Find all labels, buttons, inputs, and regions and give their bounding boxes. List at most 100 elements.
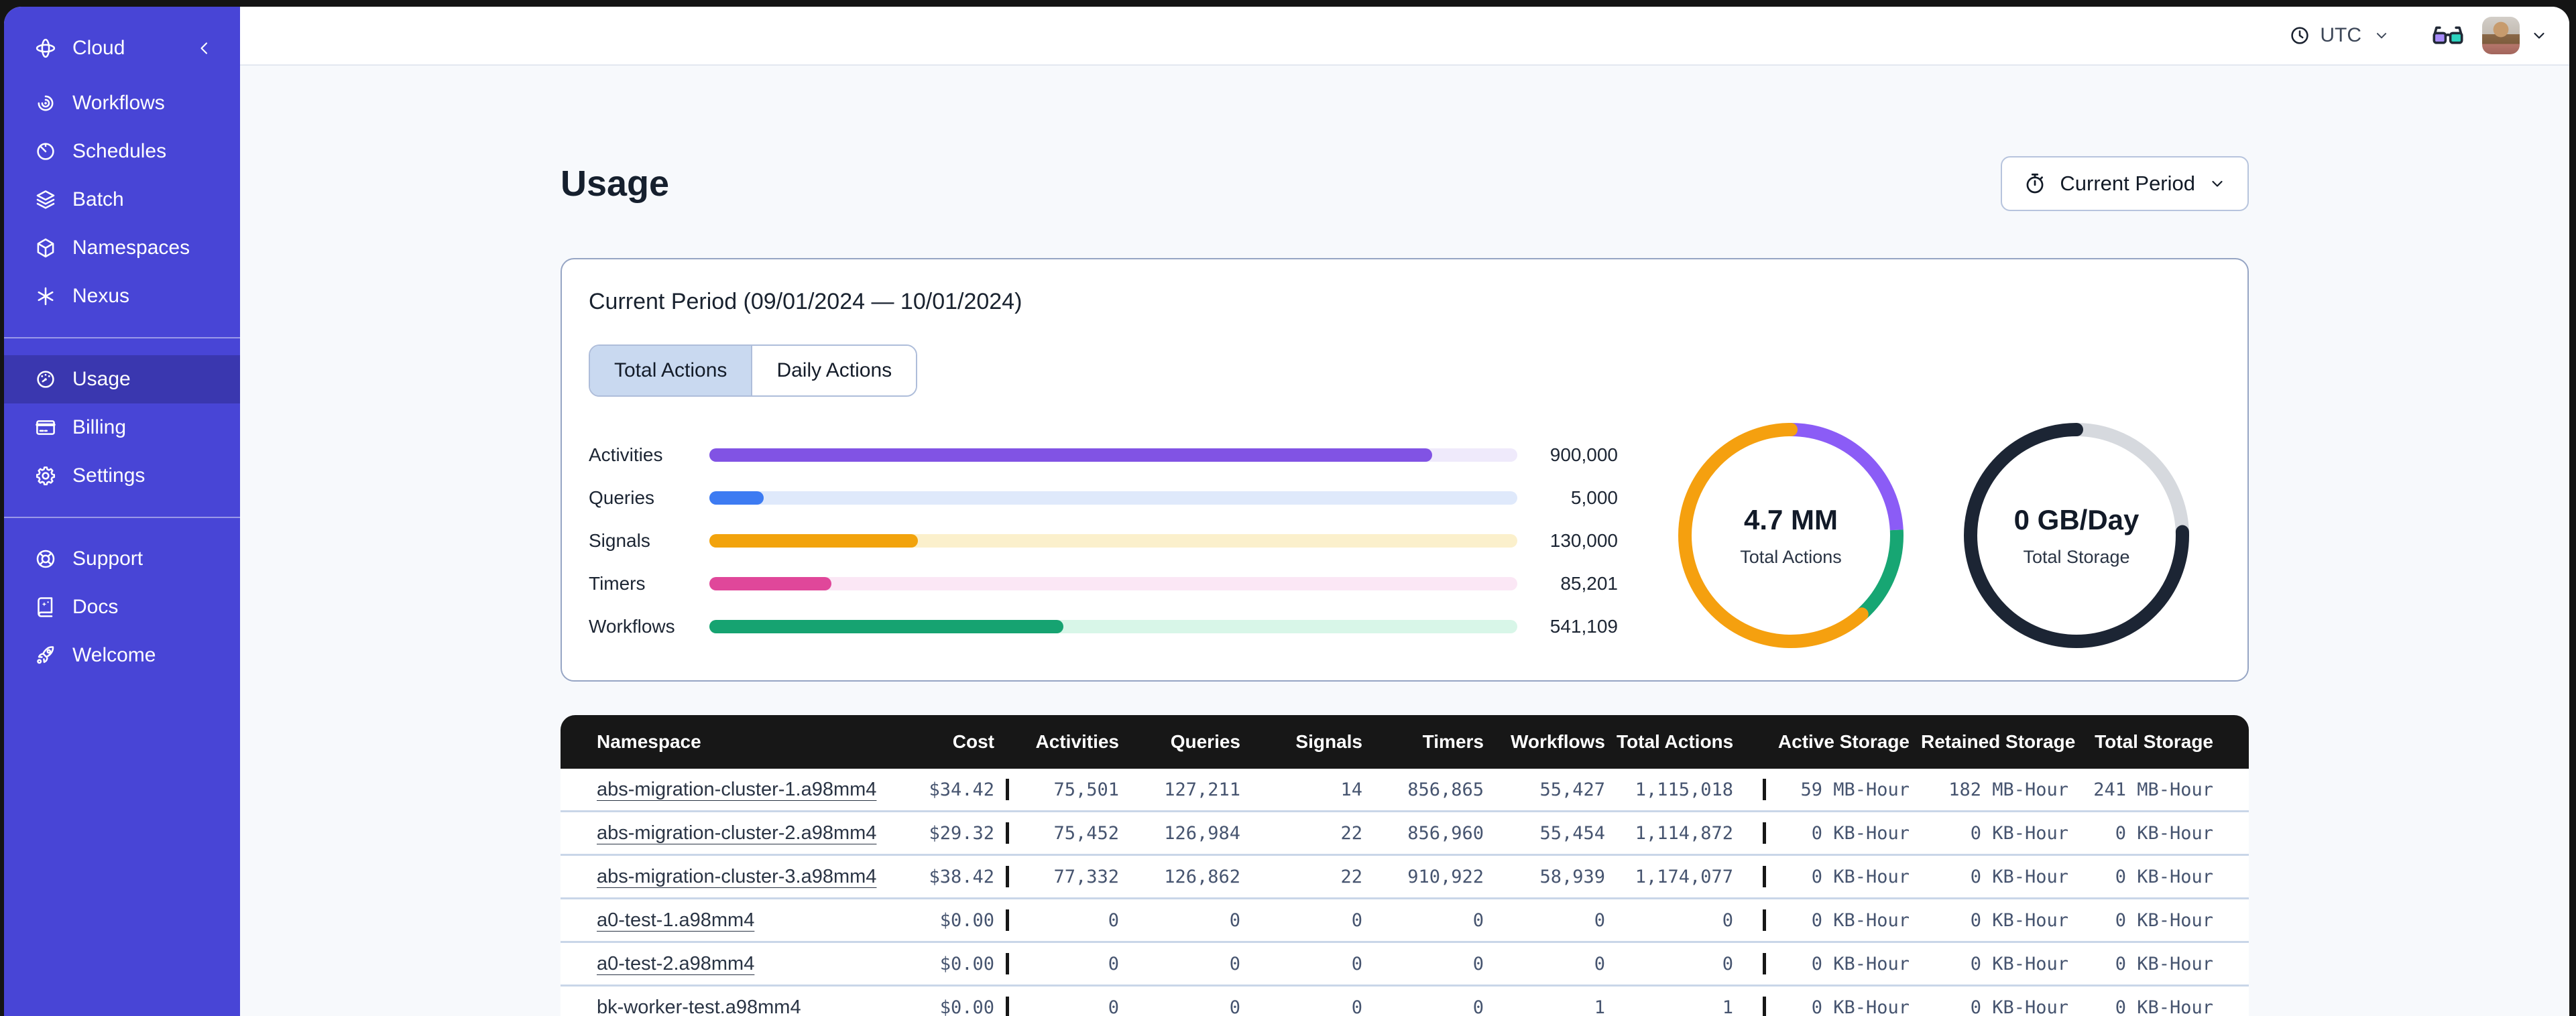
sidebar-item-label: Welcome xyxy=(72,644,156,666)
donut-label: Total Storage xyxy=(2023,546,2130,567)
bar-track xyxy=(709,534,1517,548)
table-cell: 0 xyxy=(1617,953,1766,974)
cell-value: 0 xyxy=(1472,997,1484,1016)
namespace-link[interactable]: abs-migration-cluster-1.a98mm4 xyxy=(597,779,876,800)
table-cell: 0 KB-Hour xyxy=(1766,997,1921,1016)
table-cell: 0 KB-Hour xyxy=(2080,866,2249,887)
sidebar-item-label: Nexus xyxy=(72,285,130,307)
table-cell: 55,427 xyxy=(1495,779,1617,800)
nexus-icon xyxy=(34,284,58,308)
cell-value: $0.00 xyxy=(939,954,994,974)
timezone-selector[interactable]: UTC xyxy=(2288,23,2391,48)
sidebar-item-batch[interactable]: Batch xyxy=(4,176,240,224)
tab-daily-actions[interactable]: Daily Actions xyxy=(751,346,917,395)
cell-value: 0 xyxy=(1229,910,1240,931)
column-header-retained-storage: Retained Storage xyxy=(1921,731,2076,752)
cell-value: 0 xyxy=(1229,954,1240,974)
namespaces-icon xyxy=(34,236,58,260)
sidebar-item-label: Billing xyxy=(72,416,127,438)
sidebar-collapse-icon[interactable] xyxy=(194,38,215,58)
cell-value: 59 MB-Hour xyxy=(1800,779,1910,800)
cell-value: 0 KB-Hour xyxy=(1811,823,1910,844)
table-cell: abs-migration-cluster-1.a98mm4 xyxy=(561,779,896,801)
table-cell: 856,865 xyxy=(1374,779,1495,800)
cell-value: 0 KB-Hour xyxy=(2115,997,2213,1016)
sidebar-item-welcome[interactable]: Welcome xyxy=(4,631,240,680)
donut-label: Total Actions xyxy=(1740,546,1842,567)
donut-total-storage: 0 GB/Day Total Storage xyxy=(1957,416,2196,655)
cell-value: 0 xyxy=(1351,997,1362,1016)
cell-value: 0 xyxy=(1594,954,1605,974)
tab-total-actions[interactable]: Total Actions xyxy=(590,346,752,395)
cell-value: 1,115,018 xyxy=(1635,779,1733,800)
sidebar-item-label: Batch xyxy=(72,188,124,210)
cell-value: 0 KB-Hour xyxy=(2115,954,2213,974)
user-avatar[interactable] xyxy=(2482,17,2520,54)
bar-fill xyxy=(709,491,764,505)
table-cell: 0 xyxy=(1252,953,1374,974)
cell-value: $29.32 xyxy=(929,823,994,844)
namespace-link[interactable]: abs-migration-cluster-3.a98mm4 xyxy=(597,866,876,887)
sidebar-header-cloud[interactable]: Cloud xyxy=(4,24,240,72)
actions-bar-chart: Activities 900,000 Queries 5,000 Signals 130,… xyxy=(589,434,1618,648)
period-selector-button[interactable]: Current Period xyxy=(2001,156,2249,211)
table-cell: a0-test-2.a98mm4 xyxy=(561,953,896,975)
cell-value: 0 xyxy=(1108,997,1119,1016)
table-cell: $0.00 xyxy=(896,997,1009,1016)
sidebar: Cloud Workflows Schedules Batch Namespaces N… xyxy=(4,7,240,1016)
cell-value: 0 xyxy=(1722,910,1733,931)
bar-row-workflows: Workflows 541,109 xyxy=(589,605,1618,648)
table-cell: 0 xyxy=(1252,997,1374,1016)
table-cell: 0 xyxy=(1009,997,1130,1016)
sidebar-item-namespaces[interactable]: Namespaces xyxy=(4,224,240,272)
sidebar-item-label: Workflows xyxy=(72,92,165,114)
table-row-abs-migration-cluster-2-a98mm4: abs-migration-cluster-2.a98mm4 $29.32 75,4… xyxy=(561,810,2249,854)
welcome-icon xyxy=(34,643,58,668)
cell-value: 0 KB-Hour xyxy=(1970,954,2068,974)
docs-icon xyxy=(34,595,58,619)
column-header-cost: Cost xyxy=(896,731,1009,753)
glasses-icon[interactable] xyxy=(2430,17,2466,54)
cell-value: 1,114,872 xyxy=(1635,823,1733,844)
topbar: UTC xyxy=(240,7,2569,66)
namespace-link[interactable]: bk-worker-test.a98mm4 xyxy=(597,997,801,1016)
namespace-link[interactable]: abs-migration-cluster-2.a98mm4 xyxy=(597,822,876,844)
sidebar-item-usage[interactable]: Usage xyxy=(4,355,240,403)
sidebar-item-billing[interactable]: Billing xyxy=(4,403,240,452)
cell-value: 127,211 xyxy=(1164,779,1240,800)
cell-value: 0 xyxy=(1722,954,1733,974)
bar-track xyxy=(709,491,1517,505)
namespace-link[interactable]: a0-test-1.a98mm4 xyxy=(597,909,754,931)
table-cell: 1,174,077 xyxy=(1617,866,1766,887)
page-title: Usage xyxy=(561,164,670,204)
sidebar-item-workflows[interactable]: Workflows xyxy=(4,79,240,127)
cell-value: 0 xyxy=(1472,910,1484,931)
table-cell: 856,960 xyxy=(1374,822,1495,844)
chart-area: Activities 900,000 Queries 5,000 Signals 130,… xyxy=(589,423,2221,655)
content: Usage Current Period Current Period (09/… xyxy=(240,66,2569,1016)
sidebar-item-nexus[interactable]: Nexus xyxy=(4,272,240,320)
app-window: Cloud Workflows Schedules Batch Namespaces N… xyxy=(4,7,2569,1016)
namespace-link[interactable]: a0-test-2.a98mm4 xyxy=(597,953,754,974)
sidebar-item-docs[interactable]: Docs xyxy=(4,583,240,631)
bar-row-timers: Timers 85,201 xyxy=(589,562,1618,605)
cell-value: 75,452 xyxy=(1053,823,1119,844)
sidebar-item-schedules[interactable]: Schedules xyxy=(4,127,240,176)
cell-value: 856,865 xyxy=(1407,779,1484,800)
table-cell: 241 MB-Hour xyxy=(2080,779,2249,800)
user-menu-chevron-icon[interactable] xyxy=(2529,25,2549,46)
stopwatch-icon xyxy=(2022,171,2048,196)
cell-value: 0 KB-Hour xyxy=(1970,867,2068,887)
table-cell: 22 xyxy=(1252,822,1374,844)
table-cell: 55,454 xyxy=(1495,822,1617,844)
cell-value: $34.42 xyxy=(929,779,994,800)
cell-value: 55,427 xyxy=(1539,779,1605,800)
sidebar-item-label: Support xyxy=(72,548,143,570)
sidebar-item-settings[interactable]: Settings xyxy=(4,452,240,500)
main-area: UTC Usage Current Period Current Period … xyxy=(240,7,2569,1016)
table-cell: 0 KB-Hour xyxy=(1766,909,1921,931)
table-cell: 0 xyxy=(1252,909,1374,931)
table-cell: 58,939 xyxy=(1495,866,1617,887)
sidebar-item-support[interactable]: Support xyxy=(4,535,240,583)
cell-value: 77,332 xyxy=(1053,867,1119,887)
